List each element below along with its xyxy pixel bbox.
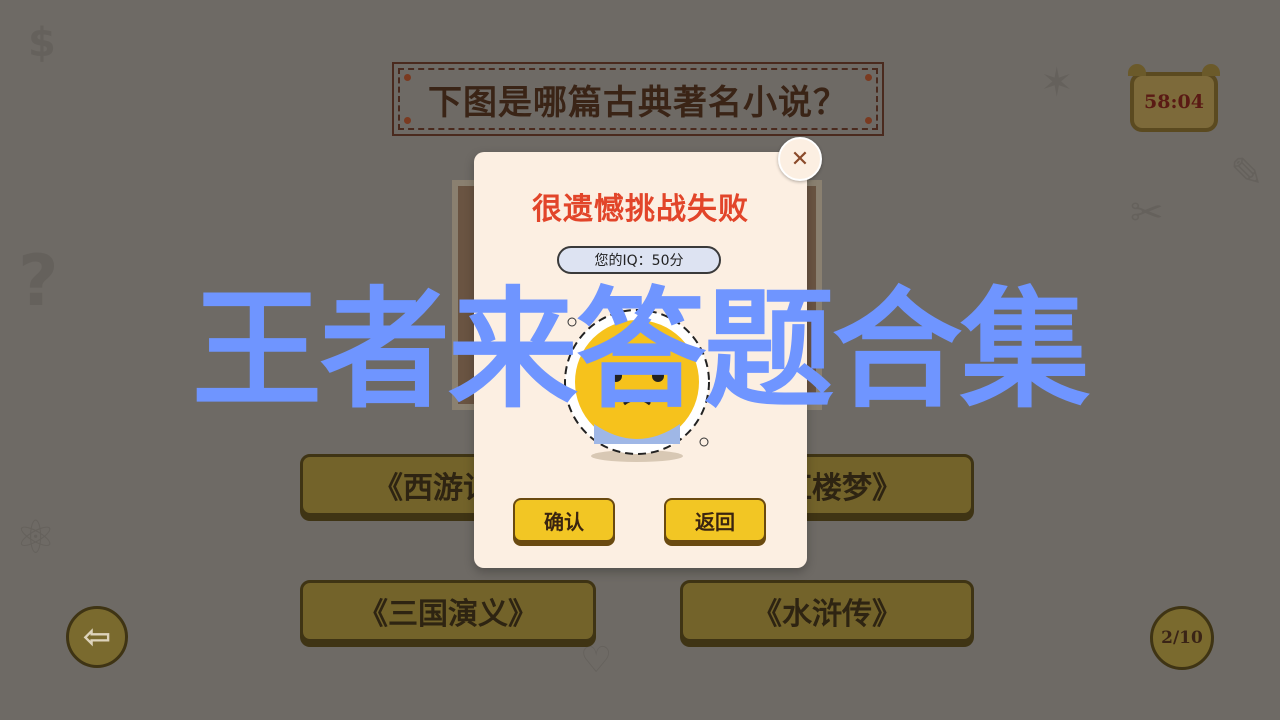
answer-label: 《三国演义》 — [358, 597, 538, 632]
banner-dot — [404, 74, 411, 81]
timer-text: 58:04 — [1144, 91, 1204, 113]
doodle-dollar-icon: $ — [28, 20, 56, 66]
doodle-heart-icon: ♡ — [580, 640, 613, 681]
sparkle-dot — [567, 317, 577, 327]
return-label: 返回 — [695, 509, 735, 534]
progress-indicator: 2/10 — [1150, 606, 1214, 670]
iq-score: 您的IQ：50分 — [557, 246, 721, 274]
close-icon: ✕ — [790, 146, 810, 172]
answer-button-3[interactable]: 《三国演义》 — [300, 580, 596, 642]
progress-text: 2/10 — [1161, 628, 1203, 648]
banner-dot — [865, 74, 872, 81]
return-button[interactable]: 返回 — [664, 498, 766, 542]
alarm-clock-icon — [1128, 64, 1146, 76]
sticker-eye — [652, 370, 664, 382]
back-arrow-icon: ⇦ — [82, 617, 112, 657]
sticker-face — [575, 320, 699, 444]
doodle-question-icon: ? — [18, 240, 59, 322]
alarm-clock-icon — [1202, 64, 1220, 76]
question-banner: 下图是哪篇古典著名小说？ — [398, 68, 878, 130]
sad-face-sticker — [564, 309, 710, 462]
timer: 58:04 — [1128, 64, 1220, 132]
close-button[interactable]: ✕ — [778, 137, 822, 181]
sparkle-dot — [699, 437, 709, 447]
confirm-label: 确认 — [544, 509, 584, 534]
doodle-atom-icon: ⚛ — [15, 510, 57, 564]
confirm-button[interactable]: 确认 — [513, 498, 615, 542]
answer-label: 《水浒传》 — [752, 597, 902, 632]
doodle-star-icon: ✶ — [1040, 60, 1074, 106]
fail-dialog: 很遗憾挑战失败 您的IQ：50分 确认 返回 — [474, 152, 807, 568]
back-button[interactable]: ⇦ — [66, 606, 128, 668]
answer-button-4[interactable]: 《水浒传》 — [680, 580, 974, 642]
dialog-title: 很遗憾挑战失败 — [532, 192, 749, 227]
question-text: 下图是哪篇古典著名小说？ — [428, 82, 848, 123]
doodle-pencil-icon: ✎ — [1230, 150, 1264, 196]
sticker-eye — [610, 370, 622, 382]
doodle-scissors-icon: ✂ — [1130, 190, 1164, 236]
banner-dot — [404, 117, 411, 124]
banner-dot — [865, 117, 872, 124]
iq-score-text: 您的IQ：50分 — [594, 253, 684, 269]
